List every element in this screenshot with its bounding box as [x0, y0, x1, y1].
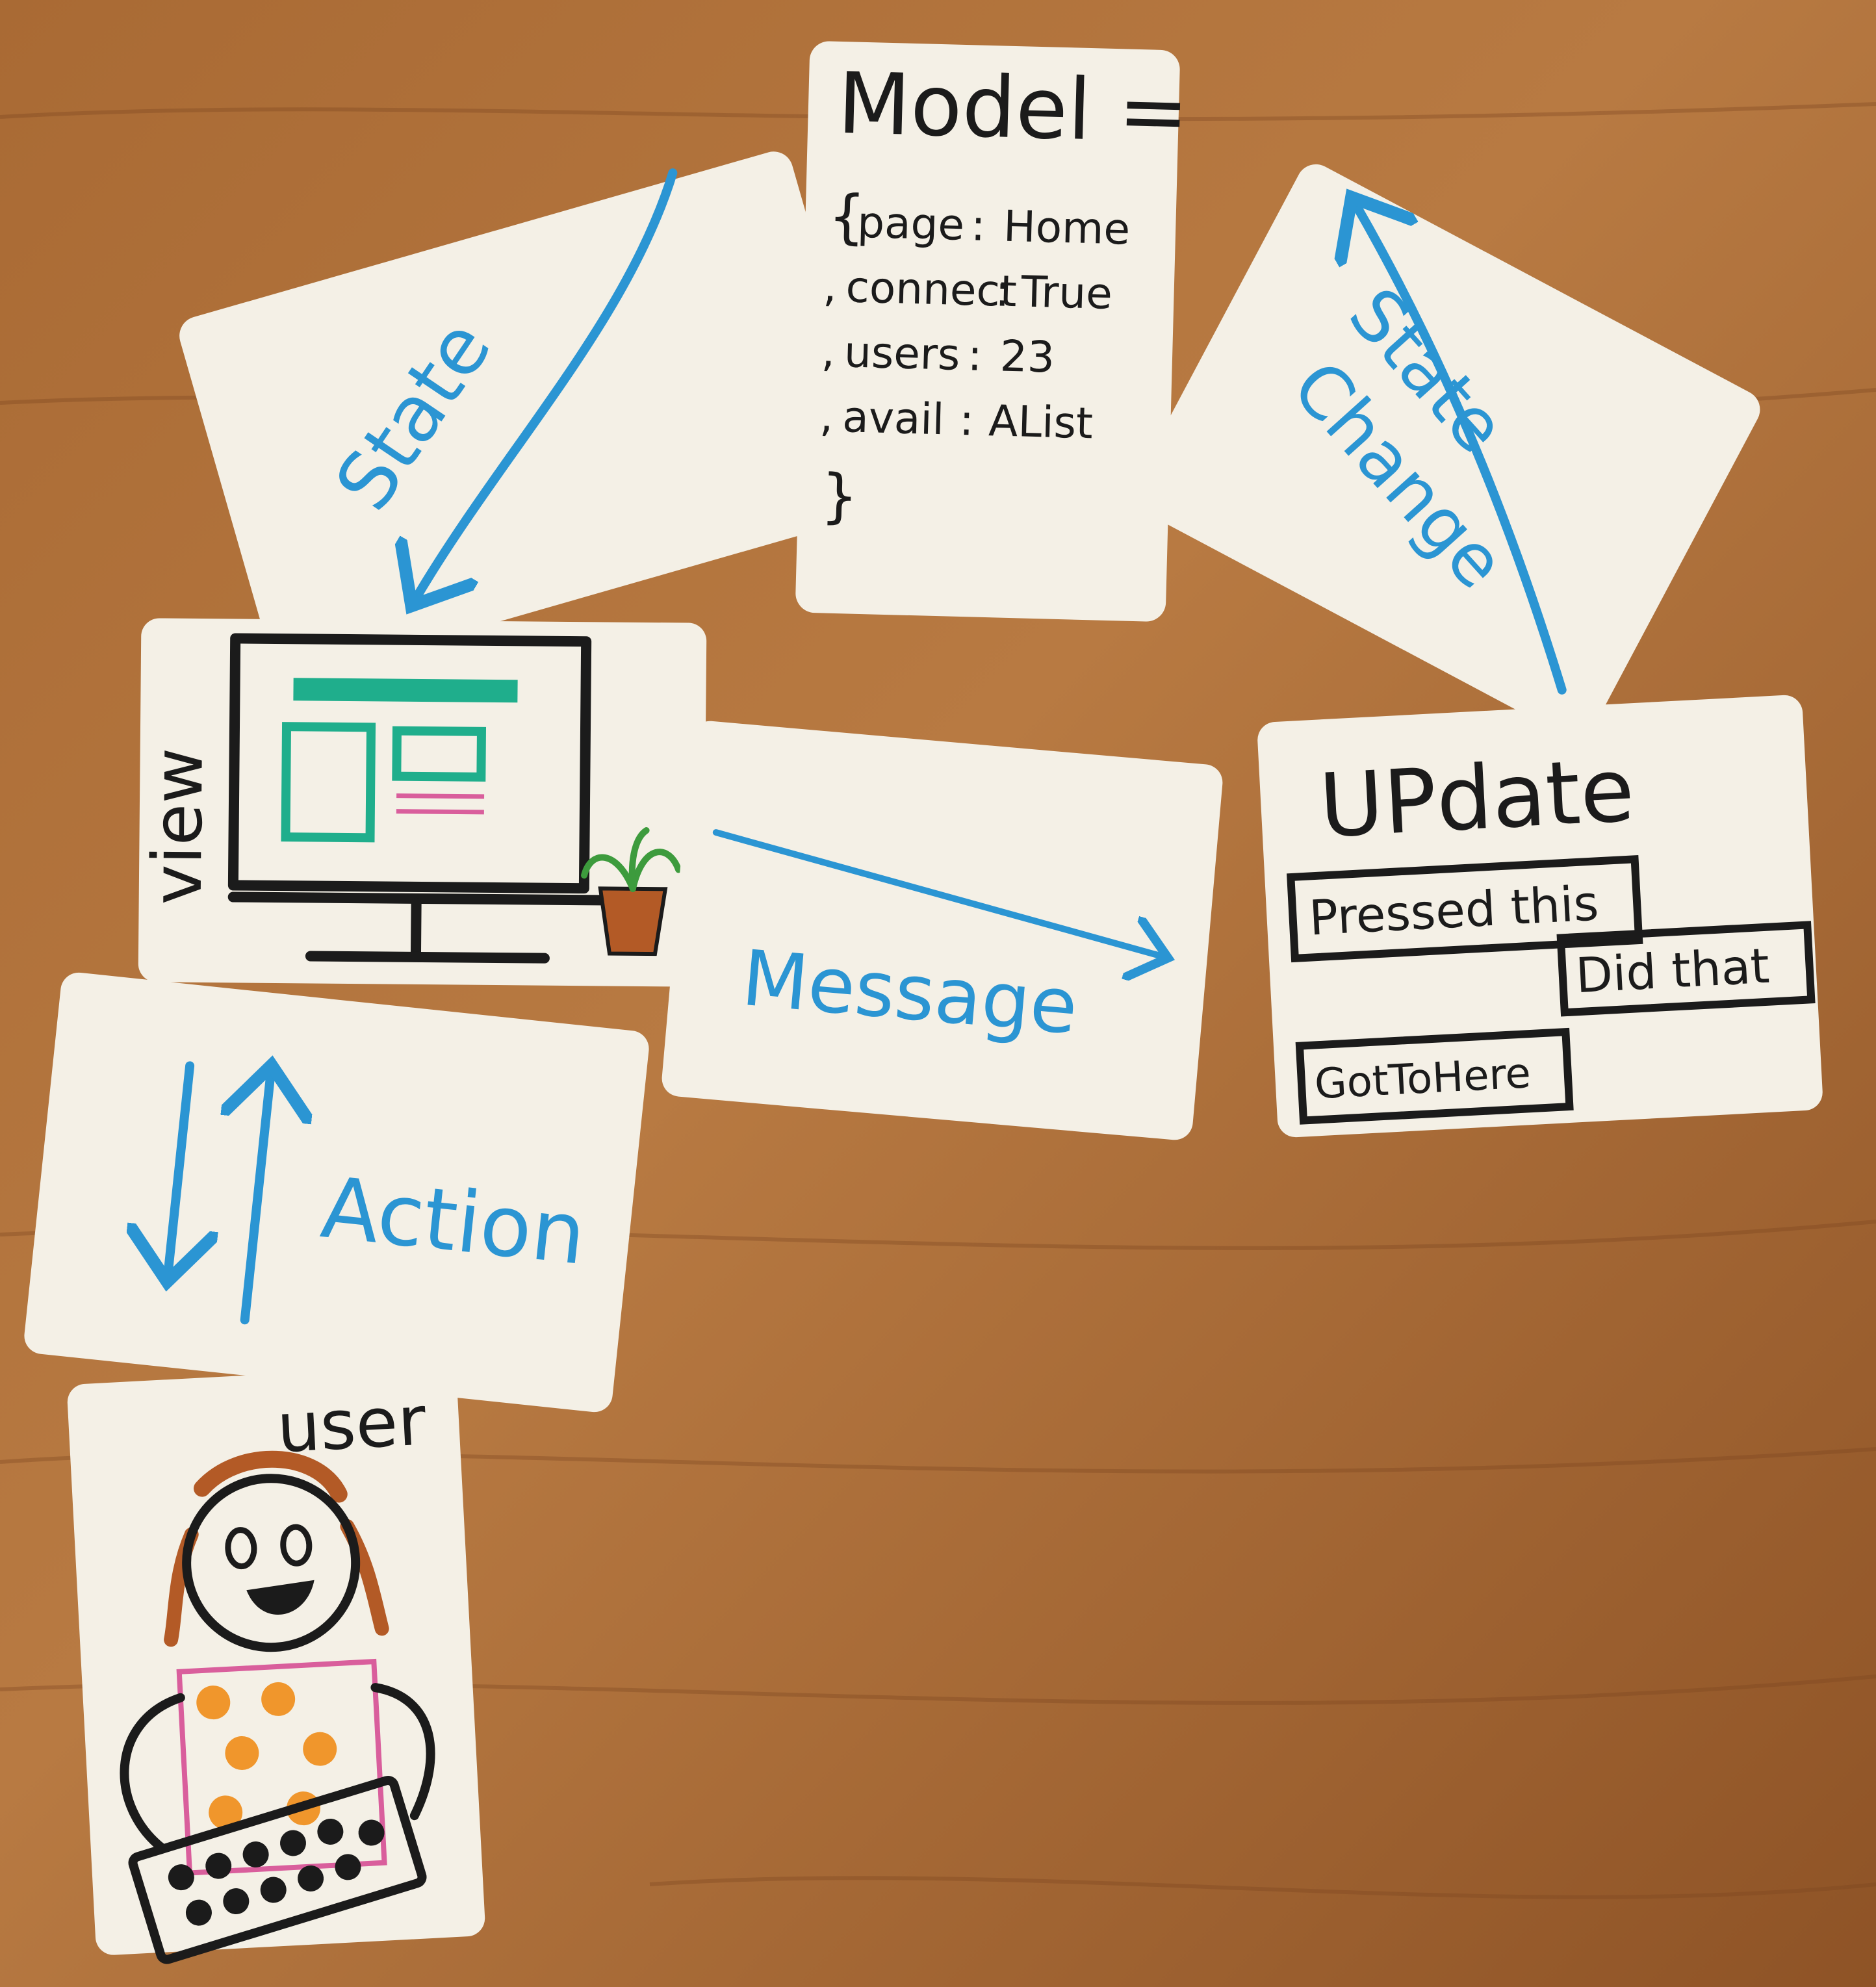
model-card: Model = { page : Home , connect : True ,…	[795, 41, 1190, 622]
view-card: view	[138, 618, 707, 987]
model-field-comma: ,	[823, 261, 838, 312]
user-card: user	[67, 1365, 485, 1964]
model-field-key: users	[843, 327, 960, 380]
model-field-key: connect	[845, 262, 1018, 316]
update-card: UPdate Pressed this Did that GotToHere	[1257, 695, 1823, 1138]
scene: State Model = { page : Home , connect : …	[0, 0, 1876, 1987]
view-label: view	[138, 747, 218, 905]
model-field-key: page	[856, 198, 965, 250]
model-field-colon: :	[958, 395, 974, 446]
update-title: UPdate	[1317, 739, 1637, 857]
model-field-value: AList	[988, 396, 1093, 448]
action-card: Action	[24, 972, 649, 1413]
model-field-value: Home	[1003, 201, 1131, 255]
update-box-label: Did that	[1574, 938, 1771, 1004]
model-field-colon: :	[970, 200, 986, 251]
model-title: Model =	[836, 54, 1190, 162]
model-field-value: True	[1020, 266, 1113, 319]
model-field-connect: , connect : True	[823, 261, 1113, 319]
model-close-brace: }	[820, 461, 859, 530]
model-field-comma: ,	[821, 326, 836, 377]
model-field-colon: :	[995, 266, 1010, 316]
model-field-value: 23	[999, 331, 1055, 383]
model-field-colon: :	[967, 330, 983, 381]
message-card: Message	[662, 721, 1223, 1140]
model-field-comma: ,	[819, 391, 834, 442]
model-field-key: avail	[842, 392, 945, 444]
model-field-users: , users : 23	[821, 326, 1055, 382]
